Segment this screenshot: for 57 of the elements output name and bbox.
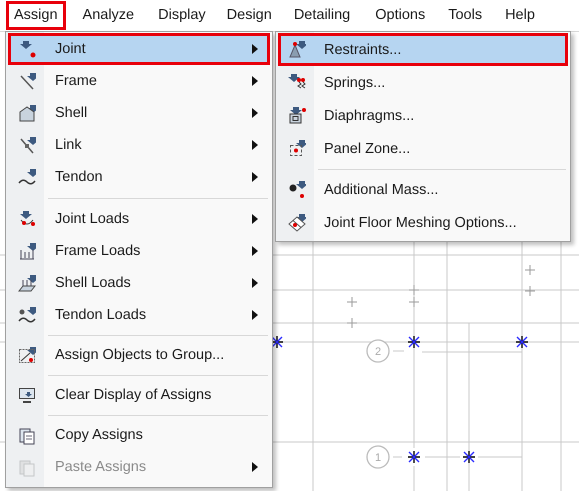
plus-marker — [408, 296, 420, 308]
menu-item[interactable]: Restraints... — [278, 33, 568, 66]
menu-bar-item[interactable]: Display — [152, 3, 212, 28]
joint-marker — [462, 450, 476, 464]
monitor-icon — [18, 386, 36, 404]
link-icon — [18, 136, 36, 154]
grid-bubble: 2 — [366, 339, 390, 363]
clipboard-icon — [18, 426, 36, 444]
menu-item[interactable]: Link — [8, 129, 270, 161]
group-icon — [18, 346, 36, 364]
plus-marker — [524, 286, 536, 296]
paste-icon — [18, 458, 36, 476]
node-icon — [18, 40, 36, 58]
menu-item[interactable]: Additional Mass... — [278, 173, 568, 206]
panel-zone-icon — [288, 139, 306, 158]
menu-item[interactable]: Joint Floor Meshing Options... — [278, 206, 568, 239]
joint-marker — [407, 335, 421, 349]
menu-bar-item[interactable]: Assign — [8, 3, 64, 28]
menu-bar-item[interactable]: Tools — [442, 3, 488, 28]
shell-icon — [18, 104, 36, 122]
plus-marker — [346, 318, 358, 328]
grid-bubble: 1 — [366, 445, 390, 469]
plus-marker — [524, 264, 536, 276]
joint-marker — [270, 335, 284, 349]
cone-icon — [288, 40, 306, 59]
diaphragm-icon — [288, 106, 306, 125]
menu-bar-item[interactable]: Help — [499, 3, 541, 28]
joint-marker — [407, 450, 421, 464]
menu-item[interactable]: Shell — [8, 97, 270, 129]
line-icon — [18, 72, 36, 90]
joint-marker — [515, 335, 529, 349]
menu-bar-item[interactable]: Options — [369, 3, 432, 28]
menu-item[interactable]: Assign Objects to Group... — [8, 339, 270, 371]
menu-bar-item[interactable]: Detailing — [288, 3, 356, 28]
menu-item[interactable]: Clear Display of Assigns — [8, 379, 270, 411]
menu-bar-item[interactable]: Analyze — [76, 3, 140, 28]
menu-bar-item[interactable]: Design — [220, 3, 278, 28]
menu-item[interactable]: Copy Assigns — [8, 419, 270, 451]
mesh-icon — [288, 213, 306, 232]
menu-item[interactable]: Diaphragms... — [278, 99, 568, 132]
menu-item[interactable]: Frame Loads — [8, 235, 270, 267]
menu-item[interactable]: Springs... — [278, 66, 568, 99]
menu-item[interactable]: Frame — [8, 65, 270, 97]
joint-load-icon — [18, 210, 36, 228]
plus-marker — [408, 284, 420, 296]
frame-load-icon — [18, 242, 36, 260]
tendon-icon — [18, 168, 36, 186]
menu-item[interactable]: Shell Loads — [8, 267, 270, 299]
menu-item[interactable]: Tendon — [8, 161, 270, 193]
menu-item[interactable]: Tendon Loads — [8, 299, 270, 331]
mass-icon — [288, 180, 306, 199]
menu-item[interactable]: Joint — [8, 33, 270, 65]
shell-load-icon — [18, 274, 36, 292]
menu-item[interactable]: Joint Loads — [8, 203, 270, 235]
tendon-load-icon — [18, 306, 36, 324]
plus-marker — [346, 296, 358, 308]
menu-item[interactable]: Panel Zone... — [278, 132, 568, 165]
